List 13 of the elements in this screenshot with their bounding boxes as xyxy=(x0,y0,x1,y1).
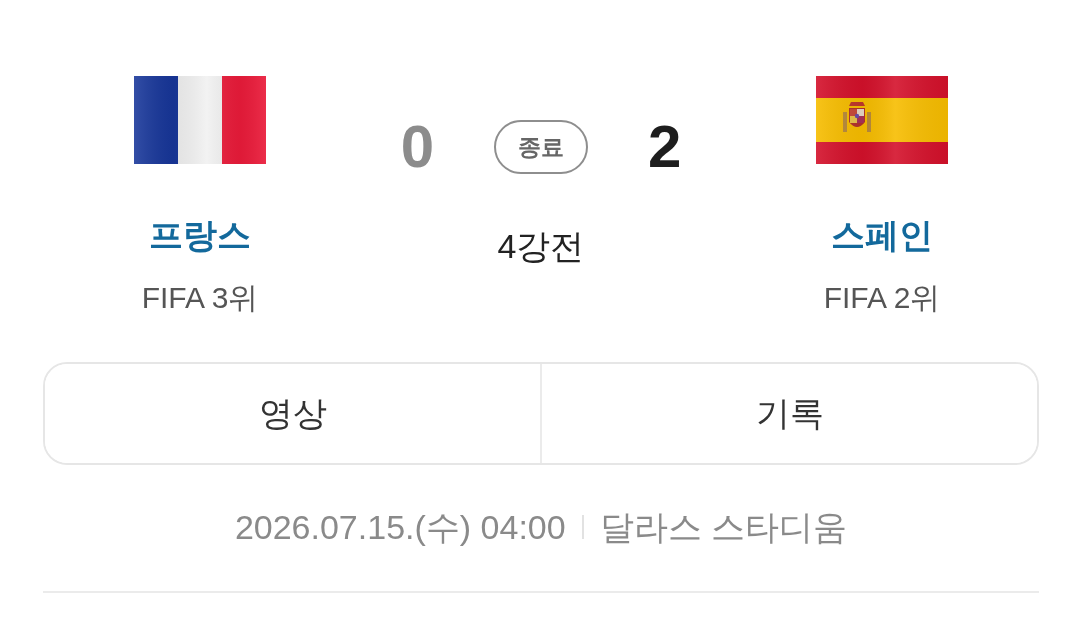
team-link[interactable]: 스페인 xyxy=(831,215,933,266)
venue-text: 달라스 스타디움 xyxy=(599,507,848,547)
score: 0 xyxy=(400,117,434,177)
ranking-text: FIFA 2위 xyxy=(823,280,941,316)
nav-button[interactable]: 영상 xyxy=(45,364,542,463)
team-link[interactable]: 프랑스 xyxy=(149,215,251,266)
round-label: 4강전 xyxy=(497,226,585,266)
status-badge: 종료 xyxy=(494,120,588,174)
score: 2 xyxy=(648,117,682,177)
match-datetime: 2026.07.15.(수) 04:00 xyxy=(234,507,566,547)
france-flag-icon xyxy=(134,76,266,164)
spain-flag-icon xyxy=(816,76,948,164)
ranking-text: FIFA 3위 xyxy=(141,280,259,316)
